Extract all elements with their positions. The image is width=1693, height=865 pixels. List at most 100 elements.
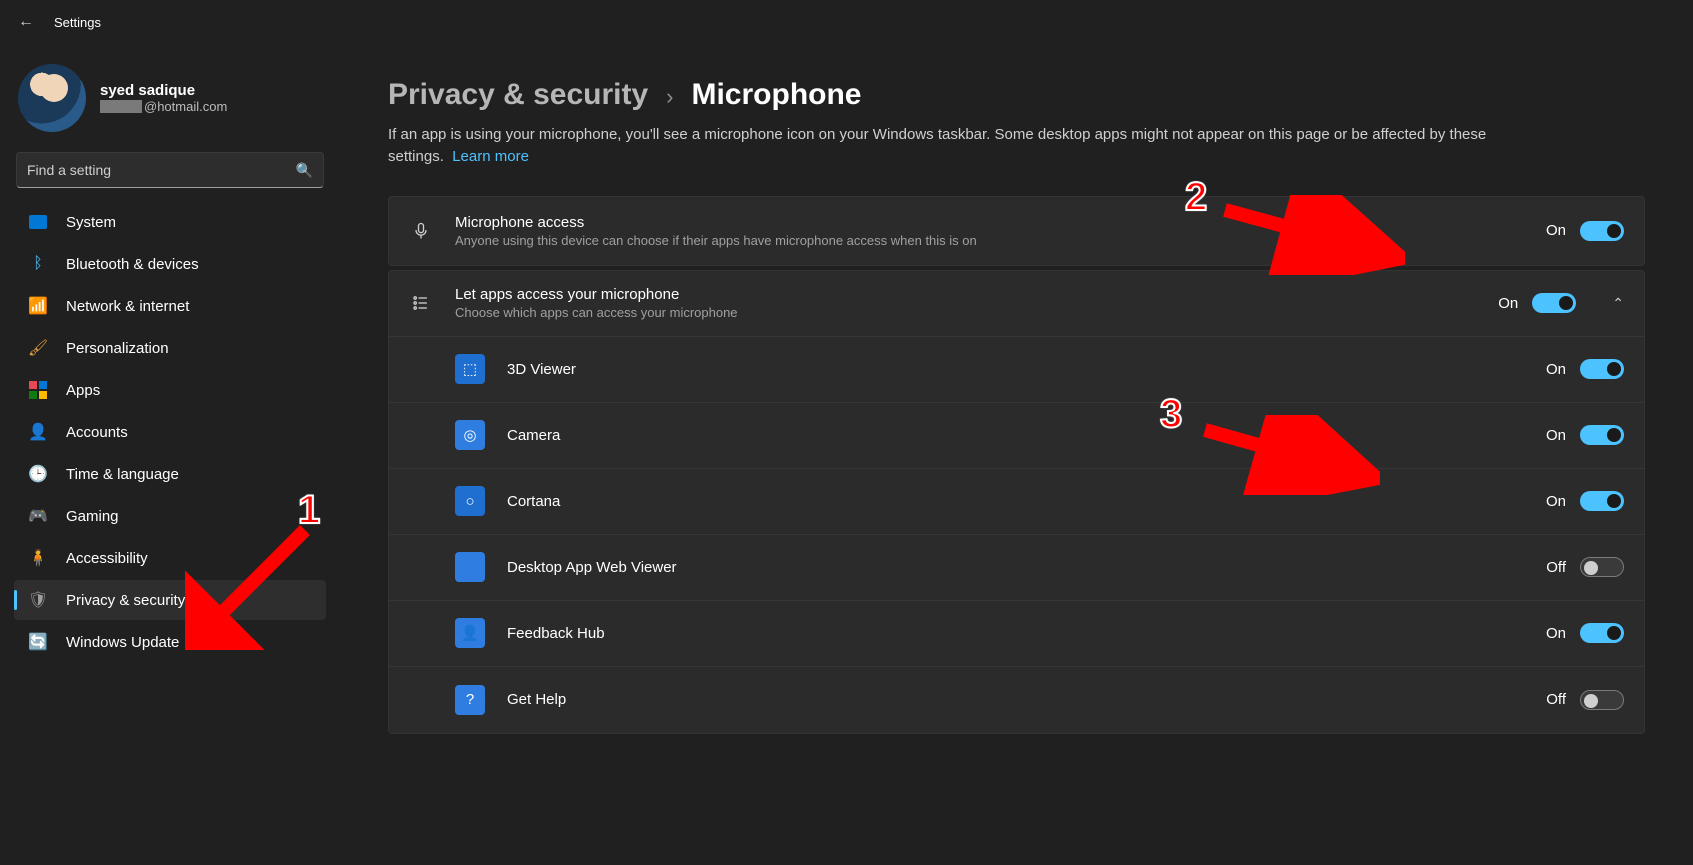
list-icon	[409, 291, 433, 315]
app-icon: ○	[455, 486, 485, 516]
setting-let-apps-group: Let apps access your microphone Choose w…	[388, 270, 1645, 734]
chevron-up-icon[interactable]: ⌃	[1612, 295, 1624, 312]
nav-time[interactable]: 🕒 Time & language	[14, 454, 326, 494]
app-name: Cortana	[507, 493, 1524, 510]
app-name: 3D Viewer	[507, 361, 1524, 378]
app-name: Desktop App Web Viewer	[507, 559, 1524, 576]
nav-label: Personalization	[66, 340, 169, 357]
card-subtitle: Anyone using this device can choose if t…	[455, 233, 1524, 248]
nav-label: Network & internet	[66, 298, 189, 315]
back-arrow-icon[interactable]: ←	[18, 13, 34, 31]
person-icon: 👤	[28, 422, 48, 442]
main-layout: syed sadique @hotmail.com 🔍 System ᛒ Blu…	[0, 44, 1693, 865]
toggle-state-label: On	[1546, 361, 1566, 378]
nav-accounts[interactable]: 👤 Accounts	[14, 412, 326, 452]
nav-accessibility[interactable]: 🧍 Accessibility	[14, 538, 326, 578]
clock-icon: 🕒	[28, 464, 48, 484]
email-suffix: @hotmail.com	[144, 99, 227, 114]
nav-windows-update[interactable]: 🔄 Windows Update	[14, 622, 326, 662]
app-icon: ?	[455, 685, 485, 715]
nav-system[interactable]: System	[14, 202, 326, 242]
wifi-icon: 📶	[28, 296, 48, 316]
nav-apps[interactable]: Apps	[14, 370, 326, 410]
sidebar: syed sadique @hotmail.com 🔍 System ᛒ Blu…	[0, 44, 340, 865]
nav-label: Accessibility	[66, 550, 148, 567]
app-row: Desktop App Web Viewer Off	[389, 535, 1644, 601]
subtext-body: If an app is using your microphone, you'…	[388, 126, 1486, 165]
learn-more-link[interactable]: Learn more	[452, 148, 529, 165]
breadcrumb: Privacy & security › Microphone	[388, 78, 1645, 112]
app-icon: ◎	[455, 420, 485, 450]
toggle-app-2[interactable]	[1580, 491, 1624, 511]
toggle-wrap: On	[1546, 425, 1624, 445]
shield-icon: 🛡	[28, 590, 48, 610]
toggle-state-label: On	[1546, 625, 1566, 642]
nav-personalization[interactable]: 🖌 Personalization	[14, 328, 326, 368]
toggle-state-label: On	[1546, 493, 1566, 510]
user-block[interactable]: syed sadique @hotmail.com	[14, 58, 326, 150]
user-email: @hotmail.com	[100, 99, 227, 114]
microphone-icon	[409, 219, 433, 243]
nav-network[interactable]: 📶 Network & internet	[14, 286, 326, 326]
toggle-wrap: On	[1546, 623, 1624, 643]
brush-icon: 🖌	[28, 338, 48, 358]
toggle-mic-access[interactable]	[1580, 221, 1624, 241]
email-redacted	[100, 100, 142, 113]
app-name: Camera	[507, 427, 1524, 444]
app-row: 👤Feedback HubOn	[389, 601, 1644, 667]
breadcrumb-parent[interactable]: Privacy & security	[388, 78, 648, 112]
toggle-wrap: On	[1546, 221, 1624, 241]
search-box[interactable]: 🔍	[16, 152, 324, 188]
toggle-wrap: On	[1498, 293, 1576, 313]
gamepad-icon: 🎮	[28, 506, 48, 526]
avatar	[18, 64, 86, 132]
toggle-state-label: Off	[1546, 691, 1566, 708]
accessibility-icon: 🧍	[28, 548, 48, 568]
toggle-state-label: On	[1498, 295, 1518, 312]
chevron-right-icon: ›	[666, 84, 673, 110]
titlebar: ← Settings	[0, 0, 1693, 44]
nav-label: Bluetooth & devices	[66, 256, 199, 273]
nav-label: System	[66, 214, 116, 231]
card-text: Let apps access your microphone Choose w…	[455, 286, 1476, 320]
app-name: Get Help	[507, 691, 1524, 708]
nav-label: Accounts	[66, 424, 128, 441]
toggle-app-5[interactable]	[1580, 690, 1624, 710]
user-name: syed sadique	[100, 82, 227, 99]
app-icon	[455, 552, 485, 582]
setting-mic-access: Microphone access Anyone using this devi…	[388, 196, 1645, 266]
toggle-wrap: On	[1546, 359, 1624, 379]
card-text: Microphone access Anyone using this devi…	[455, 214, 1524, 248]
nav-label: Windows Update	[66, 634, 179, 651]
toggle-app-3[interactable]	[1580, 557, 1624, 577]
toggle-state-label: On	[1546, 222, 1566, 239]
system-icon	[28, 212, 48, 232]
toggle-wrap: Off	[1546, 557, 1624, 577]
search-icon[interactable]: 🔍	[296, 162, 313, 179]
card-subtitle: Choose which apps can access your microp…	[455, 305, 1476, 320]
toggle-state-label: On	[1546, 427, 1566, 444]
search-input[interactable]	[27, 162, 296, 178]
toggle-wrap: Off	[1546, 690, 1624, 710]
toggle-app-0[interactable]	[1580, 359, 1624, 379]
app-row: ⬚ 3D Viewer On	[389, 337, 1644, 403]
apps-icon	[28, 380, 48, 400]
app-icon: ⬚	[455, 354, 485, 384]
setting-let-apps[interactable]: Let apps access your microphone Choose w…	[389, 271, 1644, 337]
app-row: ○ Cortana On	[389, 469, 1644, 535]
breadcrumb-current: Microphone	[691, 78, 861, 112]
toggle-app-1[interactable]	[1580, 425, 1624, 445]
bluetooth-icon: ᛒ	[28, 254, 48, 274]
toggle-let-apps[interactable]	[1532, 293, 1576, 313]
app-title: Settings	[54, 15, 101, 30]
nav-label: Apps	[66, 382, 100, 399]
nav: System ᛒ Bluetooth & devices 📶 Network &…	[14, 202, 326, 662]
card-title: Let apps access your microphone	[455, 286, 1476, 303]
toggle-app-4[interactable]	[1580, 623, 1624, 643]
user-text: syed sadique @hotmail.com	[100, 82, 227, 114]
nav-gaming[interactable]: 🎮 Gaming	[14, 496, 326, 536]
app-icon: 👤	[455, 618, 485, 648]
nav-privacy[interactable]: 🛡 Privacy & security	[14, 580, 326, 620]
nav-bluetooth[interactable]: ᛒ Bluetooth & devices	[14, 244, 326, 284]
update-icon: 🔄	[28, 632, 48, 652]
